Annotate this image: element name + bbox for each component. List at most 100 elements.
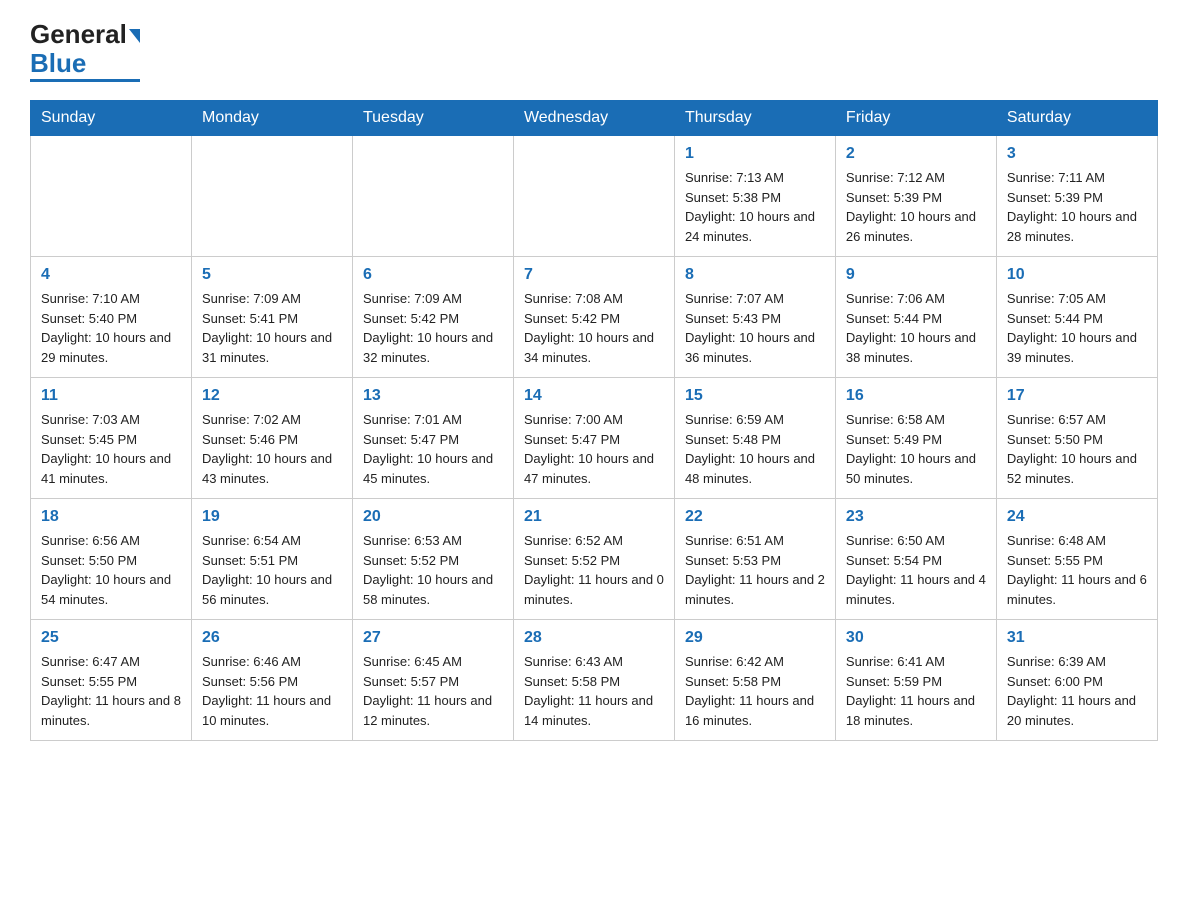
calendar-cell: 22Sunrise: 6:51 AMSunset: 5:53 PMDayligh… [674, 499, 835, 620]
day-info: Sunrise: 6:47 AM [41, 652, 181, 672]
day-number: 15 [685, 384, 825, 408]
calendar-cell: 12Sunrise: 7:02 AMSunset: 5:46 PMDayligh… [191, 378, 352, 499]
day-info: Sunrise: 6:58 AM [846, 410, 986, 430]
day-info: Daylight: 11 hours and 20 minutes. [1007, 691, 1147, 730]
week-row-3: 11Sunrise: 7:03 AMSunset: 5:45 PMDayligh… [31, 378, 1158, 499]
day-info: Sunset: 5:58 PM [685, 672, 825, 692]
day-info: Sunset: 6:00 PM [1007, 672, 1147, 692]
day-number: 3 [1007, 142, 1147, 166]
day-number: 14 [524, 384, 664, 408]
page-header: GeneralBlue [30, 20, 1158, 82]
day-info: Sunset: 5:55 PM [1007, 551, 1147, 571]
day-info: Daylight: 10 hours and 31 minutes. [202, 328, 342, 367]
day-number: 31 [1007, 626, 1147, 650]
calendar-cell: 20Sunrise: 6:53 AMSunset: 5:52 PMDayligh… [352, 499, 513, 620]
day-info: Daylight: 10 hours and 58 minutes. [363, 570, 503, 609]
day-info: Sunset: 5:40 PM [41, 309, 181, 329]
day-number: 18 [41, 505, 181, 529]
calendar-cell: 24Sunrise: 6:48 AMSunset: 5:55 PMDayligh… [996, 499, 1157, 620]
day-info: Sunset: 5:39 PM [846, 188, 986, 208]
calendar-cell: 19Sunrise: 6:54 AMSunset: 5:51 PMDayligh… [191, 499, 352, 620]
weekday-header-friday: Friday [835, 101, 996, 136]
calendar-header: SundayMondayTuesdayWednesdayThursdayFrid… [31, 101, 1158, 136]
day-info: Sunrise: 6:52 AM [524, 531, 664, 551]
day-number: 4 [41, 263, 181, 287]
day-info: Daylight: 10 hours and 34 minutes. [524, 328, 664, 367]
day-info: Sunrise: 7:00 AM [524, 410, 664, 430]
calendar-cell: 6Sunrise: 7:09 AMSunset: 5:42 PMDaylight… [352, 257, 513, 378]
day-info: Sunset: 5:39 PM [1007, 188, 1147, 208]
day-info: Daylight: 10 hours and 24 minutes. [685, 207, 825, 246]
day-number: 27 [363, 626, 503, 650]
day-info: Daylight: 11 hours and 10 minutes. [202, 691, 342, 730]
calendar-cell: 1Sunrise: 7:13 AMSunset: 5:38 PMDaylight… [674, 136, 835, 257]
day-info: Sunset: 5:45 PM [41, 430, 181, 450]
day-number: 6 [363, 263, 503, 287]
calendar-cell: 11Sunrise: 7:03 AMSunset: 5:45 PMDayligh… [31, 378, 192, 499]
day-number: 26 [202, 626, 342, 650]
day-info: Daylight: 10 hours and 48 minutes. [685, 449, 825, 488]
day-info: Sunset: 5:50 PM [1007, 430, 1147, 450]
day-number: 12 [202, 384, 342, 408]
day-info: Daylight: 10 hours and 50 minutes. [846, 449, 986, 488]
day-number: 23 [846, 505, 986, 529]
weekday-header-sunday: Sunday [31, 101, 192, 136]
calendar-body: 1Sunrise: 7:13 AMSunset: 5:38 PMDaylight… [31, 136, 1158, 741]
day-number: 30 [846, 626, 986, 650]
day-info: Sunset: 5:46 PM [202, 430, 342, 450]
day-info: Daylight: 11 hours and 2 minutes. [685, 570, 825, 609]
day-info: Sunrise: 6:39 AM [1007, 652, 1147, 672]
day-info: Daylight: 11 hours and 18 minutes. [846, 691, 986, 730]
weekday-header-saturday: Saturday [996, 101, 1157, 136]
calendar-cell: 18Sunrise: 6:56 AMSunset: 5:50 PMDayligh… [31, 499, 192, 620]
day-info: Daylight: 11 hours and 6 minutes. [1007, 570, 1147, 609]
day-info: Sunrise: 7:09 AM [363, 289, 503, 309]
day-info: Sunrise: 6:48 AM [1007, 531, 1147, 551]
day-info: Sunrise: 6:42 AM [685, 652, 825, 672]
calendar-cell: 16Sunrise: 6:58 AMSunset: 5:49 PMDayligh… [835, 378, 996, 499]
calendar-cell: 8Sunrise: 7:07 AMSunset: 5:43 PMDaylight… [674, 257, 835, 378]
day-info: Sunrise: 7:05 AM [1007, 289, 1147, 309]
weekday-header-tuesday: Tuesday [352, 101, 513, 136]
day-info: Sunrise: 7:12 AM [846, 168, 986, 188]
day-info: Sunrise: 6:56 AM [41, 531, 181, 551]
day-info: Daylight: 11 hours and 16 minutes. [685, 691, 825, 730]
day-info: Sunrise: 7:01 AM [363, 410, 503, 430]
calendar-table: SundayMondayTuesdayWednesdayThursdayFrid… [30, 100, 1158, 741]
day-info: Daylight: 10 hours and 47 minutes. [524, 449, 664, 488]
day-number: 21 [524, 505, 664, 529]
day-info: Sunrise: 6:53 AM [363, 531, 503, 551]
day-info: Sunrise: 6:54 AM [202, 531, 342, 551]
day-info: Sunset: 5:41 PM [202, 309, 342, 329]
day-info: Sunset: 5:43 PM [685, 309, 825, 329]
day-info: Sunrise: 7:13 AM [685, 168, 825, 188]
day-info: Sunset: 5:42 PM [524, 309, 664, 329]
day-info: Sunrise: 6:46 AM [202, 652, 342, 672]
calendar-cell: 29Sunrise: 6:42 AMSunset: 5:58 PMDayligh… [674, 620, 835, 741]
day-info: Sunset: 5:50 PM [41, 551, 181, 571]
day-number: 11 [41, 384, 181, 408]
calendar-cell: 10Sunrise: 7:05 AMSunset: 5:44 PMDayligh… [996, 257, 1157, 378]
week-row-4: 18Sunrise: 6:56 AMSunset: 5:50 PM Dayligh… [31, 499, 1158, 620]
day-number: 2 [846, 142, 986, 166]
day-info: Sunset: 5:52 PM [363, 551, 503, 571]
day-info: Sunset: 5:59 PM [846, 672, 986, 692]
weekday-header-wednesday: Wednesday [513, 101, 674, 136]
logo-text: GeneralBlue [30, 20, 140, 77]
calendar-cell [513, 136, 674, 257]
day-number: 16 [846, 384, 986, 408]
day-number: 22 [685, 505, 825, 529]
day-info: Sunrise: 7:02 AM [202, 410, 342, 430]
calendar-cell: 5Sunrise: 7:09 AMSunset: 5:41 PMDaylight… [191, 257, 352, 378]
day-number: 24 [1007, 505, 1147, 529]
calendar-cell: 28Sunrise: 6:43 AMSunset: 5:58 PMDayligh… [513, 620, 674, 741]
day-info: Sunrise: 7:08 AM [524, 289, 664, 309]
day-info: Sunset: 5:49 PM [846, 430, 986, 450]
calendar-cell: 30Sunrise: 6:41 AMSunset: 5:59 PMDayligh… [835, 620, 996, 741]
calendar-cell: 14Sunrise: 7:00 AMSunset: 5:47 PMDayligh… [513, 378, 674, 499]
weekday-header-monday: Monday [191, 101, 352, 136]
calendar-cell: 2Sunrise: 7:12 AMSunset: 5:39 PMDaylight… [835, 136, 996, 257]
day-info: Sunrise: 6:45 AM [363, 652, 503, 672]
calendar-cell: 15Sunrise: 6:59 AMSunset: 5:48 PMDayligh… [674, 378, 835, 499]
logo-divider [30, 79, 140, 82]
